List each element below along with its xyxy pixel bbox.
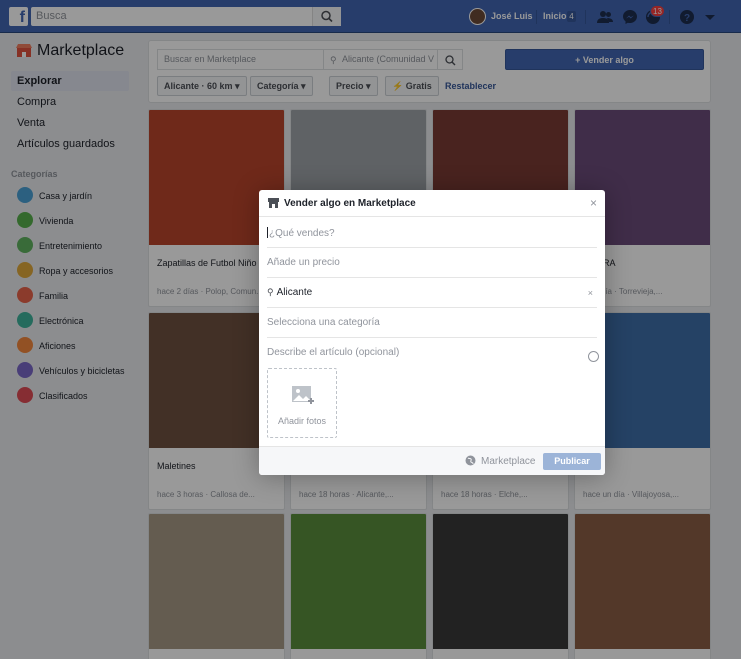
category-select[interactable]: Selecciona una categoría xyxy=(267,308,597,338)
text-cursor xyxy=(267,227,268,238)
clear-location-icon[interactable]: × xyxy=(588,288,593,298)
price-input[interactable]: Añade un precio xyxy=(267,248,597,278)
dialog-title: Vender algo en Marketplace xyxy=(284,198,416,209)
dialog-header: Vender algo en Marketplace × xyxy=(259,190,605,217)
sell-dialog: Vender algo en Marketplace × ¿Qué vendes… xyxy=(259,190,605,475)
add-photo-icon xyxy=(292,386,314,404)
category-placeholder: Selecciona una categoría xyxy=(267,317,380,328)
dialog-footer: Marketplace Publicar xyxy=(259,446,605,475)
add-photos-button[interactable]: Añadir fotos xyxy=(267,368,337,438)
location-pin-icon: ⚲ xyxy=(267,287,274,297)
publish-button[interactable]: Publicar xyxy=(543,453,601,470)
location-field[interactable]: ⚲ Alicante × xyxy=(267,278,597,308)
description-input[interactable]: Describe el artículo (opcional) xyxy=(267,338,597,368)
description-placeholder: Describe el artículo (opcional) xyxy=(267,347,400,358)
what-selling-input[interactable]: ¿Qué vendes? xyxy=(267,218,597,248)
store-icon xyxy=(268,198,279,208)
audience-label: Marketplace xyxy=(481,456,536,467)
emoji-icon[interactable] xyxy=(588,351,599,362)
location-field-value: Alicante xyxy=(276,287,313,298)
add-photos-label: Añadir fotos xyxy=(277,416,327,426)
globe-icon xyxy=(465,455,476,466)
price-placeholder: Añade un precio xyxy=(267,257,340,268)
close-icon[interactable]: × xyxy=(590,196,597,210)
what-selling-placeholder: ¿Qué vendes? xyxy=(269,228,335,239)
